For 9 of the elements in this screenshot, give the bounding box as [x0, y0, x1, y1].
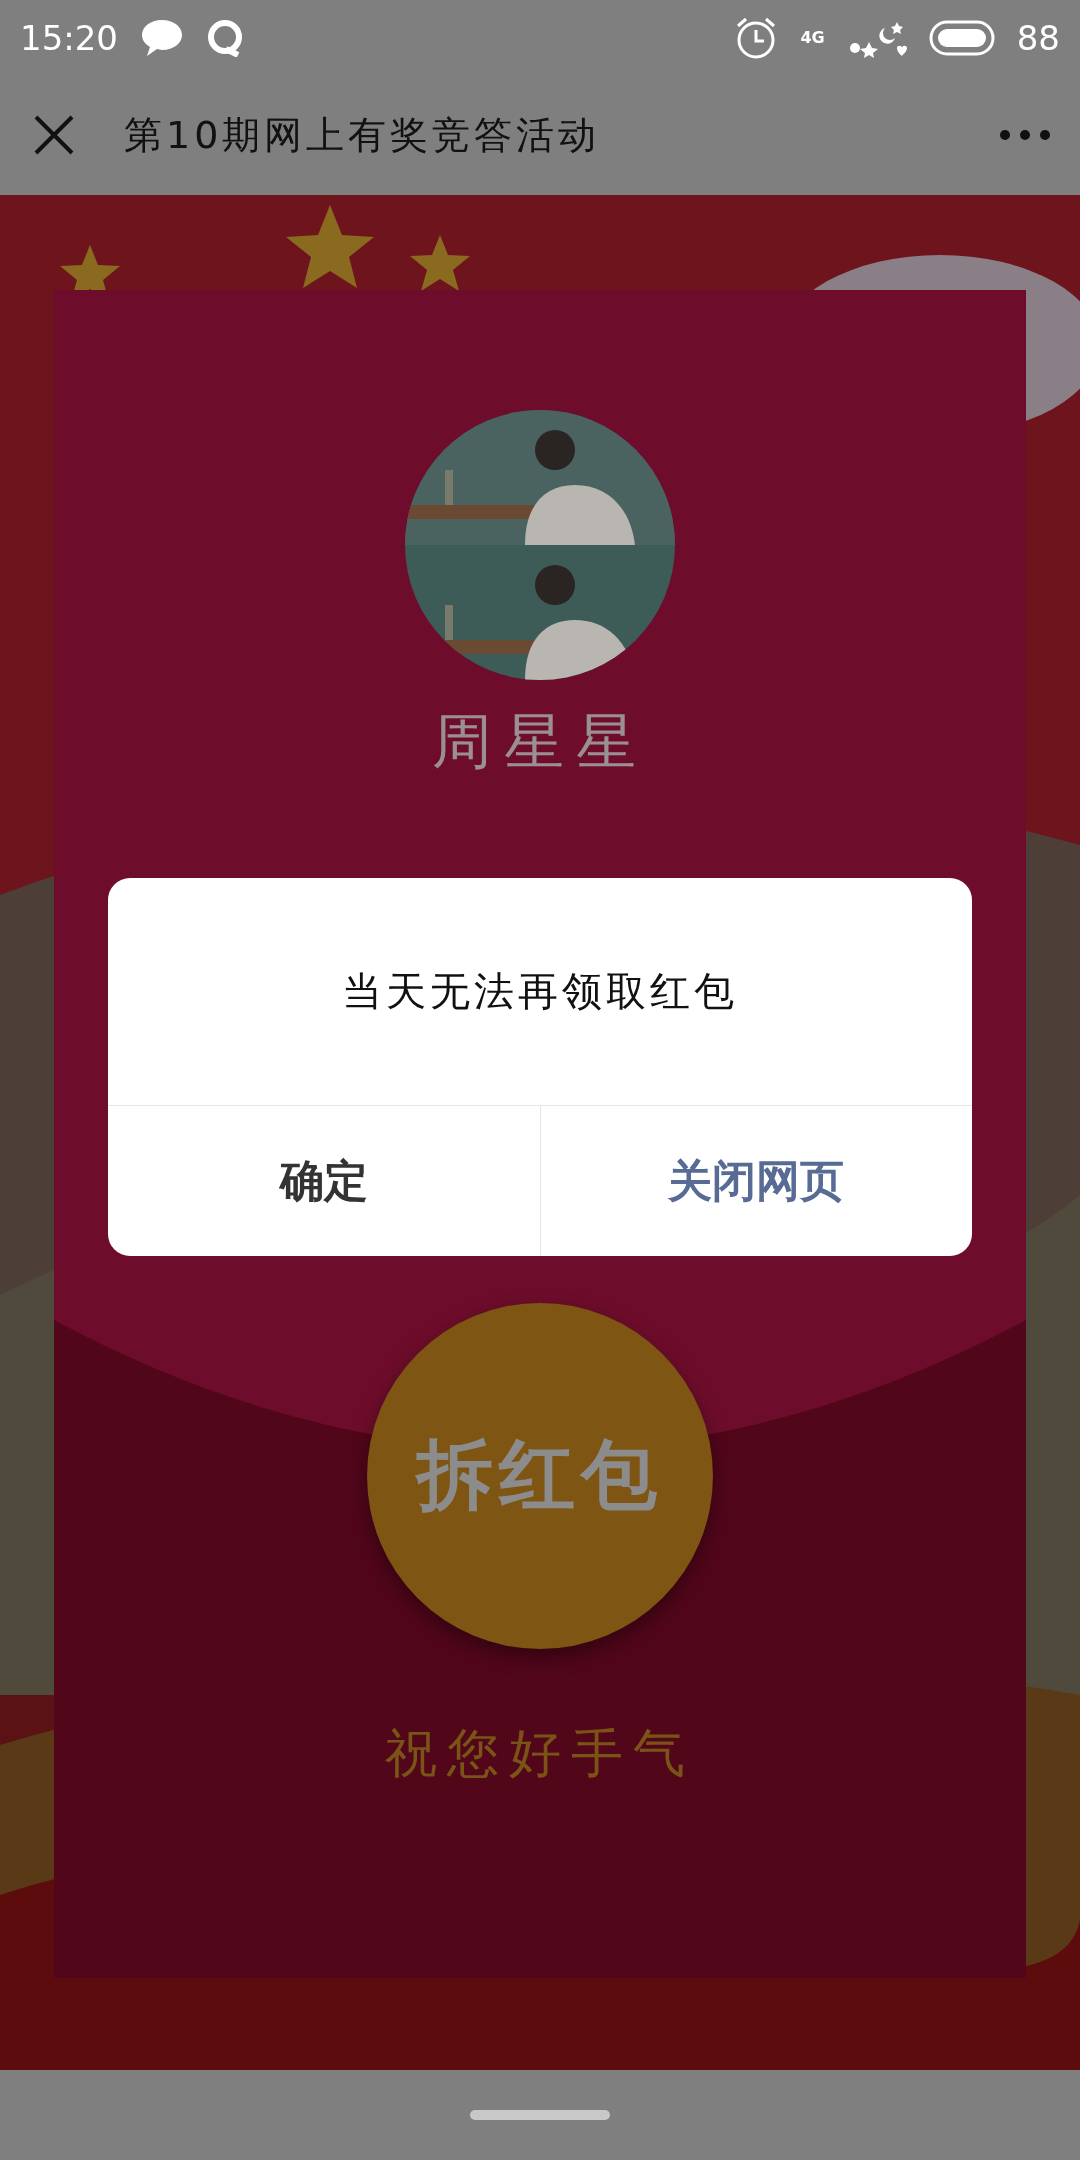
network-label: 4G: [800, 28, 825, 47]
more-icon[interactable]: [1000, 130, 1050, 140]
q-icon: [206, 18, 244, 57]
page-title: 第10期网上有奖竞答活动: [124, 111, 602, 159]
chat-bubble-icon: [140, 17, 184, 58]
battery-level: 88: [1016, 17, 1060, 58]
clock-time: 15:20: [20, 17, 118, 58]
battery-icon: [928, 19, 995, 56]
close-icon[interactable]: [34, 115, 74, 155]
